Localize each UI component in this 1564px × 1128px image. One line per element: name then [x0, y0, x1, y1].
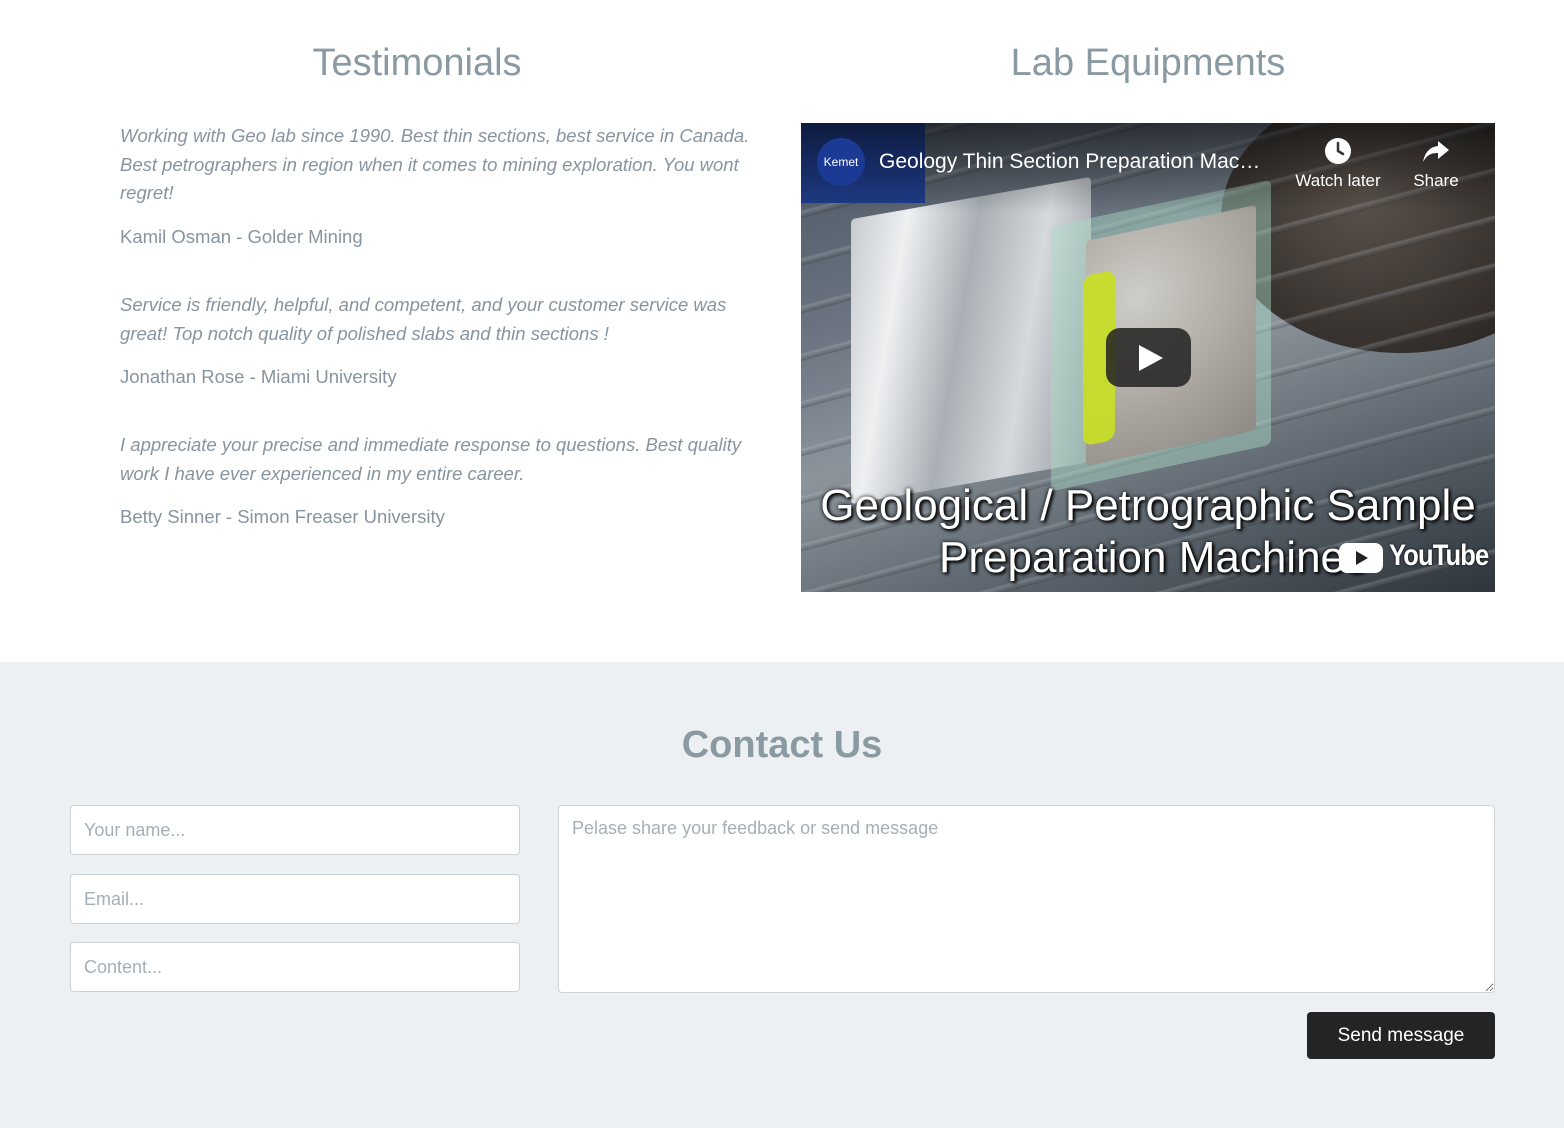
- clock-icon: [1325, 138, 1351, 164]
- testimonial-author: Kamil Osman - Golder Mining: [120, 225, 363, 247]
- testimonial-item: Service is friendly, helpful, and compet…: [120, 291, 765, 388]
- send-message-button[interactable]: Send message: [1307, 1012, 1495, 1059]
- content-input[interactable]: [70, 942, 520, 992]
- contact-title: Contact Us: [681, 724, 883, 766]
- testimonial-quote: Service is friendly, helpful, and compet…: [120, 294, 727, 344]
- channel-logo[interactable]: Kemet: [817, 138, 865, 186]
- youtube-logo-icon[interactable]: YouTube: [1339, 539, 1489, 579]
- testimonial-author: Jonathan Rose - Miami University: [120, 366, 397, 387]
- testimonial-quote: I appreciate your precise and immediate …: [120, 434, 742, 484]
- video-title-link[interactable]: Geology Thin Section Preparation Mac…: [879, 150, 1289, 174]
- email-input[interactable]: [70, 874, 520, 924]
- youtube-brand-text: YouTube: [1389, 539, 1489, 572]
- youtube-video-embed[interactable]: Kemet Geology Thin Section Preparation M…: [801, 123, 1495, 592]
- share-button[interactable]: Share: [1406, 137, 1466, 191]
- play-icon[interactable]: [1106, 328, 1191, 387]
- testimonials-title: Testimonials: [312, 42, 522, 84]
- message-textarea[interactable]: [558, 805, 1495, 993]
- lab-equipments-title: Lab Equipments: [1010, 42, 1286, 84]
- share-label: Share: [1413, 171, 1459, 190]
- watch-later-button[interactable]: Watch later: [1291, 137, 1385, 191]
- testimonial-quote: Working with Geo lab since 1990. Best th…: [120, 125, 750, 203]
- testimonial-author: Betty Sinner - Simon Freaser University: [120, 506, 445, 527]
- testimonial-item: Working with Geo lab since 1990. Best th…: [120, 122, 765, 248]
- video-caption-line1: Geological / Petrographic Sample: [820, 481, 1476, 530]
- top-section: Testimonials Working with Geo lab since …: [0, 0, 1564, 662]
- contact-section: Contact Us Send message: [0, 662, 1564, 1128]
- testimonial-item: I appreciate your precise and immediate …: [120, 431, 765, 528]
- youtube-play-badge: [1339, 543, 1383, 573]
- watch-later-label: Watch later: [1295, 171, 1381, 190]
- share-arrow-icon: [1423, 141, 1449, 162]
- name-input[interactable]: [70, 805, 520, 855]
